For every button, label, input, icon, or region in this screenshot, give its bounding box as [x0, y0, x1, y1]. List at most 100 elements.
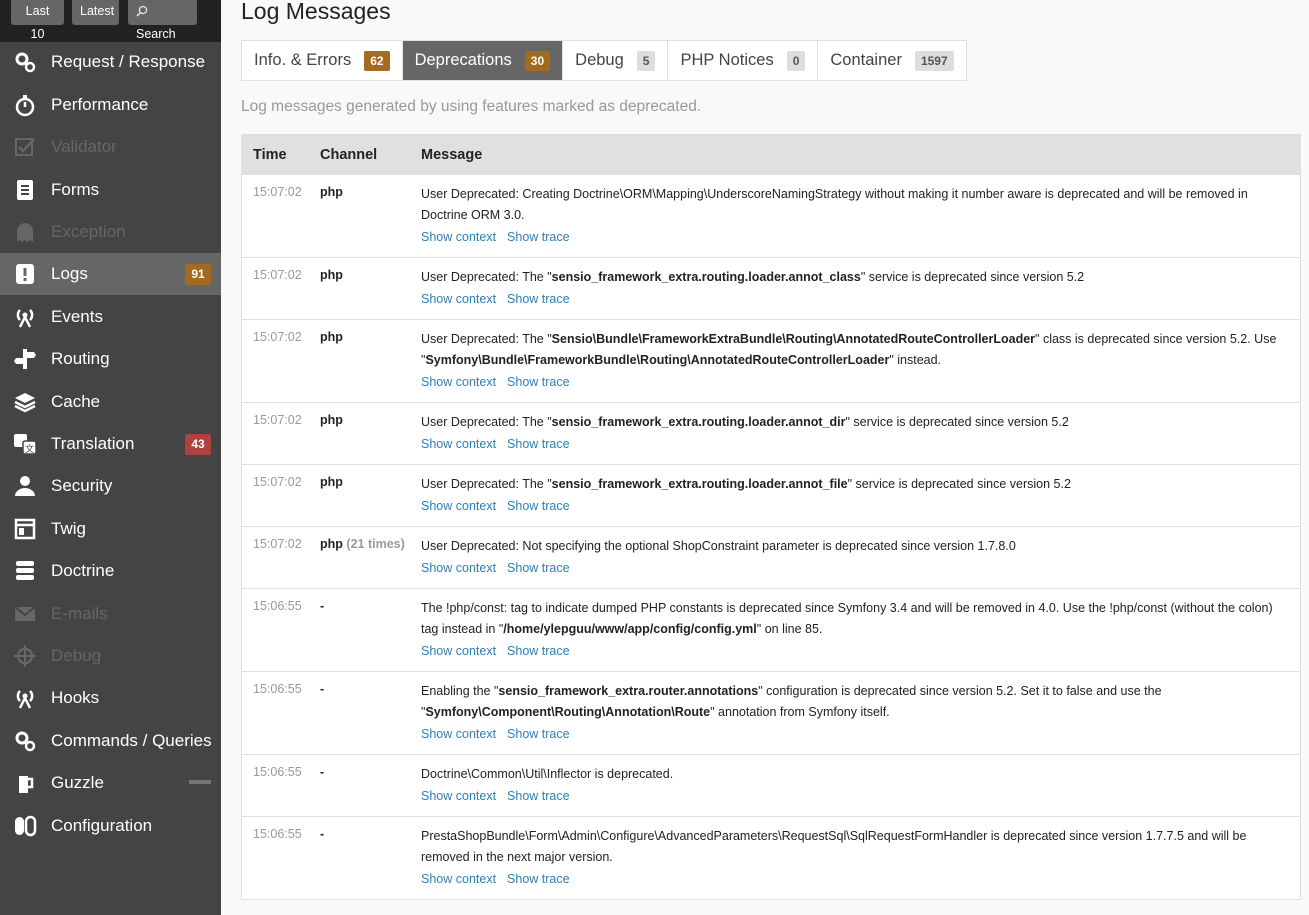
- search-button-label: Search: [136, 27, 176, 41]
- tab-deprecations[interactable]: Deprecations 30: [402, 41, 564, 80]
- show-context-link[interactable]: Show context: [421, 727, 496, 741]
- show-trace-link[interactable]: Show trace: [507, 872, 570, 886]
- show-context-link[interactable]: Show context: [421, 292, 496, 306]
- log-channel: -: [320, 599, 324, 613]
- message-highlight: Symfony\Component\Routing\Annotation\Rou…: [425, 705, 711, 719]
- layers-icon: [13, 390, 37, 414]
- message-fragment: Enabling the ": [421, 684, 499, 698]
- log-message: User Deprecated: The "sensio_framework_e…: [421, 474, 1283, 517]
- sidebar-item-request-response[interactable]: Request / Response: [0, 41, 221, 83]
- sidebar-item-security[interactable]: Security: [0, 465, 221, 507]
- message-fragment: User Deprecated: Not specifying the opti…: [421, 539, 1016, 553]
- log-time: 15:07:02: [253, 413, 302, 427]
- log-actions: Show context Show trace: [421, 868, 1283, 890]
- table-body: 15:07:02 php User Deprecated: Creating Doc…: [242, 174, 1300, 899]
- sidebar-item-label: Validator: [51, 137, 117, 156]
- show-context-link[interactable]: Show context: [421, 375, 496, 389]
- log-message: PrestaShopBundle\Form\Admin\Configure\Ad…: [421, 826, 1283, 890]
- sidebar-item-exception[interactable]: Exception: [0, 211, 221, 253]
- sidebar-item-commands-queries[interactable]: Commands / Queries: [0, 720, 221, 762]
- log-channel: -: [320, 827, 324, 841]
- show-context-link[interactable]: Show context: [421, 437, 496, 451]
- antenna-icon: [13, 305, 37, 329]
- channel-name: -: [320, 827, 325, 841]
- show-trace-link[interactable]: Show trace: [507, 789, 570, 803]
- show-trace-link[interactable]: Show trace: [507, 644, 570, 658]
- sidebar-toolbar: Last 10 Latest Search: [0, 0, 221, 42]
- show-trace-link[interactable]: Show trace: [507, 230, 570, 244]
- sidebar-item-routing[interactable]: Routing: [0, 338, 221, 380]
- sidebar-item-debug[interactable]: Debug: [0, 635, 221, 677]
- message-fragment: Doctrine\Common\Util\Inflector is deprec…: [421, 767, 674, 781]
- database-icon: [13, 559, 37, 583]
- message-highlight: Symfony\Bundle\FrameworkBundle\Routing\A…: [425, 353, 890, 367]
- sidebar-item-label: E-mails: [51, 604, 108, 623]
- show-trace-link[interactable]: Show trace: [507, 375, 570, 389]
- message-highlight: Sensio\Bundle\FrameworkExtraBundle\Routi…: [551, 332, 1036, 346]
- show-context-link[interactable]: Show context: [421, 499, 496, 513]
- show-trace-link[interactable]: Show trace: [507, 437, 570, 451]
- show-trace-link[interactable]: Show trace: [507, 292, 570, 306]
- log-actions: Show context Show trace: [421, 371, 1283, 393]
- sidebar-item-translation[interactable]: 文 Translation 43: [0, 423, 221, 465]
- message-fragment: " on line 85.: [756, 622, 823, 636]
- column-header-message: Message: [421, 147, 483, 163]
- tab-php-notices[interactable]: PHP Notices 0: [668, 41, 819, 80]
- sidebar-item-cache[interactable]: Cache: [0, 381, 221, 423]
- log-actions: Show context Show trace: [421, 226, 1283, 248]
- sidebar-item-forms[interactable]: Forms: [0, 169, 221, 211]
- log-actions: Show context Show trace: [421, 723, 1283, 745]
- table-row: 15:06:55 - PrestaShopBundle\Form\Admin\Con…: [242, 816, 1300, 899]
- sidebar-item-configuration[interactable]: Configuration: [0, 805, 221, 847]
- tab-info-errors[interactable]: Info. & Errors 62: [242, 41, 403, 80]
- show-trace-link[interactable]: Show trace: [507, 499, 570, 513]
- count-badge: 43: [185, 434, 211, 455]
- show-context-link[interactable]: Show context: [421, 872, 496, 886]
- log-channel: php: [320, 185, 343, 199]
- message-fragment: PrestaShopBundle\Form\Admin\Configure\Ad…: [421, 829, 1247, 864]
- log-time: 15:07:02: [253, 268, 302, 282]
- log-message: User Deprecated: The "Sensio\Bundle\Fram…: [421, 329, 1283, 393]
- last-10-button[interactable]: Last 10: [11, 0, 64, 41]
- status-indicator: [189, 780, 211, 784]
- table-row: 15:06:55 - Doctrine\Common\Util\Inflector …: [242, 754, 1300, 816]
- log-message-text: Doctrine\Common\Util\Inflector is deprec…: [421, 764, 1283, 785]
- log-message: User Deprecated: Not specifying the opti…: [421, 536, 1283, 579]
- latest-button[interactable]: Latest: [72, 0, 119, 25]
- show-context-link[interactable]: Show context: [421, 561, 496, 575]
- sidebar-item-twig[interactable]: Twig: [0, 508, 221, 550]
- sidebar-item-validator[interactable]: Validator: [0, 126, 221, 168]
- log-channel: php: [320, 475, 343, 489]
- show-trace-link[interactable]: Show trace: [507, 561, 570, 575]
- show-context-link[interactable]: Show context: [421, 644, 496, 658]
- log-time: 15:06:55: [253, 682, 302, 696]
- tab-debug[interactable]: Debug 5: [563, 41, 669, 80]
- sidebar-item-e-mails[interactable]: E-mails: [0, 593, 221, 635]
- show-trace-link[interactable]: Show trace: [507, 727, 570, 741]
- log-actions: Show context Show trace: [421, 557, 1283, 579]
- sidebar-item-label: Performance: [51, 95, 149, 114]
- log-message: User Deprecated: The "sensio_framework_e…: [421, 267, 1283, 310]
- log-actions: Show context Show trace: [421, 640, 1283, 662]
- show-context-link[interactable]: Show context: [421, 789, 496, 803]
- sidebar-item-doctrine[interactable]: Doctrine: [0, 550, 221, 592]
- message-highlight: sensio_framework_extra.routing.loader.an…: [551, 477, 848, 491]
- log-time: 15:07:02: [253, 185, 302, 199]
- log-message: User Deprecated: The "sensio_framework_e…: [421, 412, 1283, 455]
- sidebar-item-label: Hooks: [51, 688, 100, 707]
- gears-icon: [13, 50, 37, 74]
- channel-name: -: [320, 599, 325, 613]
- guzzle-icon: [13, 771, 37, 795]
- show-context-link[interactable]: Show context: [421, 230, 496, 244]
- sidebar-item-performance[interactable]: Performance: [0, 84, 221, 126]
- sidebar-item-events[interactable]: Events: [0, 296, 221, 338]
- search-button[interactable]: Search: [128, 0, 197, 41]
- search-icon: [136, 5, 148, 17]
- tab-container[interactable]: Container 1597: [818, 41, 965, 80]
- table-row: 15:07:02 php User Deprecated: The "sensio_…: [242, 464, 1300, 526]
- sidebar-item-logs[interactable]: Logs 91: [0, 253, 221, 295]
- sidebar-item-hooks[interactable]: Hooks: [0, 677, 221, 719]
- log-time: 15:06:55: [253, 599, 302, 613]
- tab-count-badge: 5: [636, 50, 656, 71]
- sidebar-item-guzzle[interactable]: Guzzle: [0, 762, 221, 804]
